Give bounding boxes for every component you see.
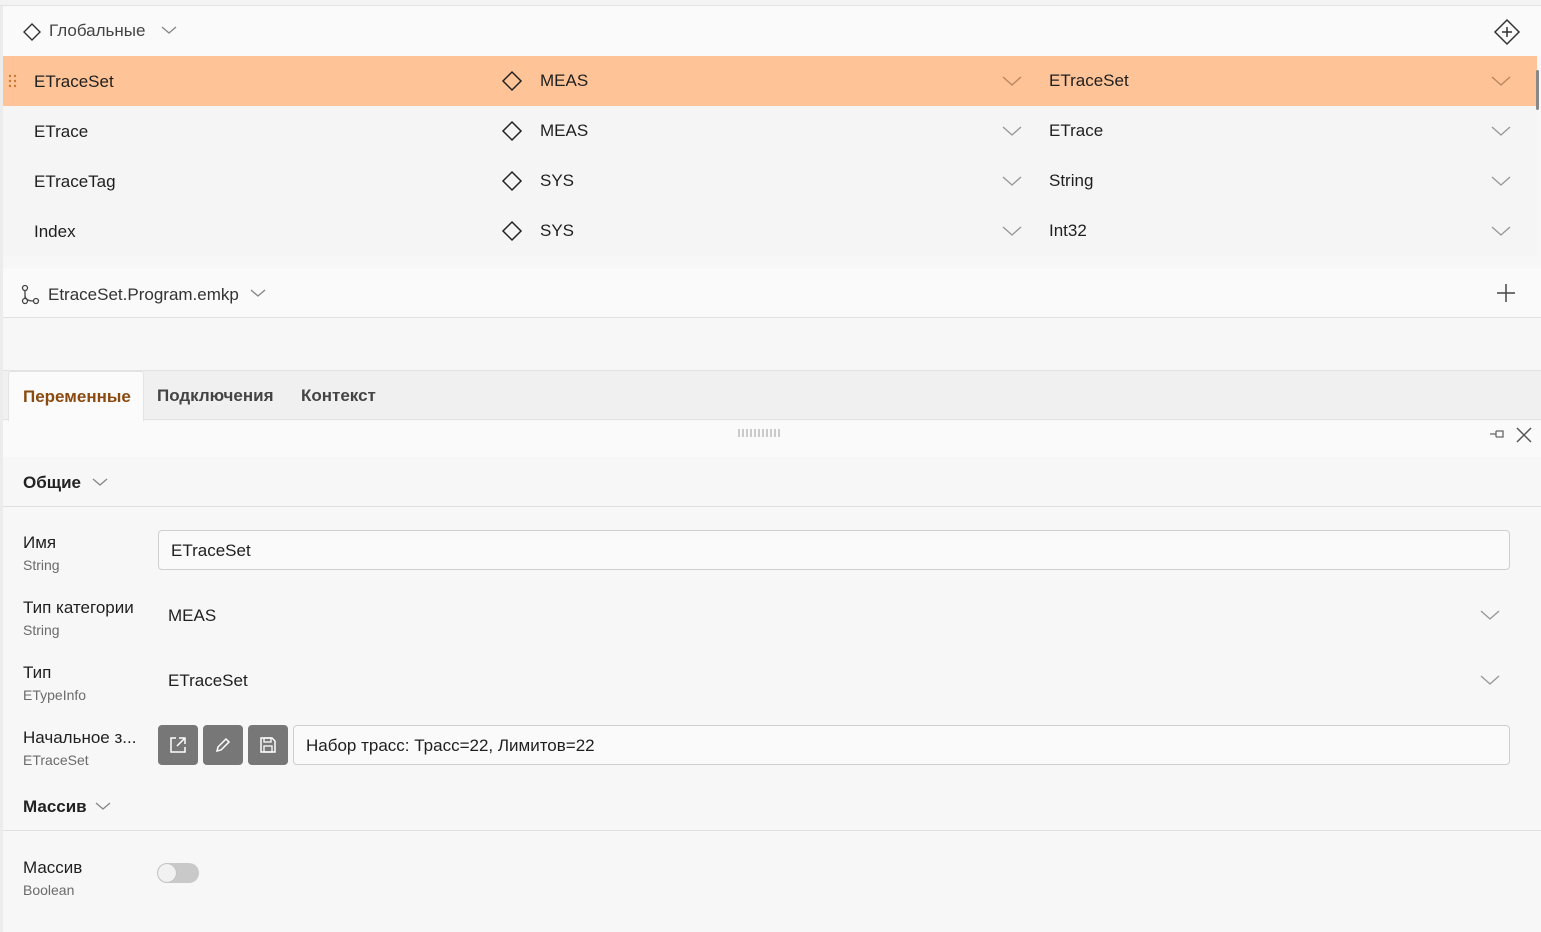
- section-title: Массив: [23, 797, 87, 816]
- variable-row[interactable]: Index SYS Int32: [3, 206, 1537, 256]
- program-title: EtraceSet.Program.emkp: [48, 285, 239, 304]
- pin-icon[interactable]: [1488, 427, 1506, 441]
- variable-type[interactable]: String: [1049, 171, 1093, 191]
- chevron-down-icon[interactable]: [1479, 674, 1501, 686]
- array-type-label: Boolean: [23, 882, 75, 898]
- save-button[interactable]: [248, 725, 288, 765]
- category-select[interactable]: MEAS: [168, 606, 216, 626]
- close-icon[interactable]: [1515, 426, 1533, 444]
- chevron-down-icon[interactable]: [1001, 225, 1023, 237]
- tab-variables[interactable]: Переменные: [8, 371, 144, 421]
- tab-context[interactable]: Контекст: [301, 371, 376, 420]
- variable-category[interactable]: MEAS: [540, 71, 588, 91]
- pencil-icon: [213, 735, 233, 755]
- type-type-label: ETypeInfo: [23, 687, 87, 703]
- section-general-header[interactable]: Общие: [3, 457, 1541, 507]
- variable-category[interactable]: SYS: [540, 221, 574, 241]
- array-toggle[interactable]: [157, 863, 199, 883]
- open-external-button[interactable]: [158, 725, 198, 765]
- variable-name[interactable]: ETrace: [34, 122, 88, 142]
- chevron-down-icon[interactable]: [1001, 75, 1023, 87]
- chevron-down-icon[interactable]: [1490, 225, 1512, 237]
- variable-row[interactable]: ETraceTag SYS String: [3, 156, 1537, 206]
- variable-name[interactable]: ETraceSet: [34, 72, 114, 92]
- flow-diagram-icon: [20, 284, 42, 306]
- initial-value-label: Начальное з...: [23, 728, 137, 747]
- scrollbar-thumb[interactable]: [1536, 70, 1539, 110]
- save-icon: [258, 735, 278, 755]
- type-label: Тип: [23, 663, 52, 682]
- program-group-header[interactable]: EtraceSet.Program.emkp: [3, 268, 1541, 318]
- variable-type[interactable]: ETraceSet: [1049, 71, 1129, 91]
- tab-connections[interactable]: Подключения: [157, 371, 274, 420]
- diamond-icon: [501, 70, 523, 92]
- name-input[interactable]: ETraceSet: [158, 530, 1510, 570]
- chevron-down-icon[interactable]: [1490, 175, 1512, 187]
- array-label: Массив: [23, 858, 83, 877]
- globals-group-header[interactable]: Глобальные: [3, 6, 1541, 56]
- name-label: Имя: [23, 533, 57, 552]
- section-title: Общие: [23, 473, 81, 492]
- variable-category[interactable]: MEAS: [540, 121, 588, 141]
- panel-toolbar: [3, 421, 1541, 457]
- plus-icon[interactable]: [1495, 282, 1517, 304]
- name-type-label: String: [23, 557, 60, 573]
- add-variable-icon[interactable]: [1493, 18, 1521, 46]
- diamond-icon: [22, 22, 42, 42]
- variable-row[interactable]: ETrace MEAS ETrace: [3, 106, 1537, 156]
- variable-category[interactable]: SYS: [540, 171, 574, 191]
- initial-value-type-label: ETraceSet: [23, 752, 89, 768]
- initial-value-input[interactable]: Набор трасс: Трасс=22, Лимитов=22: [293, 725, 1510, 765]
- toggle-knob: [158, 864, 176, 882]
- variable-name[interactable]: ETraceTag: [34, 172, 116, 192]
- external-link-icon: [168, 735, 188, 755]
- diamond-icon: [501, 120, 523, 142]
- drag-handle-icon[interactable]: [8, 74, 18, 88]
- chevron-down-icon[interactable]: [1490, 125, 1512, 137]
- diamond-icon: [501, 220, 523, 242]
- variable-type[interactable]: ETrace: [1049, 121, 1103, 141]
- globals-title: Глобальные: [49, 21, 146, 40]
- chevron-down-icon[interactable]: [1479, 609, 1501, 621]
- chevron-down-icon[interactable]: [1001, 175, 1023, 187]
- chevron-down-icon[interactable]: [1001, 125, 1023, 137]
- tab-bar: Переменные Подключения Контекст: [3, 370, 1541, 421]
- chevron-down-icon[interactable]: [249, 287, 267, 299]
- chevron-down-icon[interactable]: [160, 24, 178, 36]
- type-select[interactable]: ETraceSet: [168, 671, 248, 691]
- variable-type[interactable]: Int32: [1049, 221, 1087, 241]
- variable-name[interactable]: Index: [34, 222, 76, 242]
- category-type-label: String: [23, 622, 60, 638]
- chevron-down-icon[interactable]: [91, 476, 109, 488]
- diamond-icon: [501, 170, 523, 192]
- resize-grip-icon[interactable]: [738, 429, 780, 437]
- chevron-down-icon[interactable]: [1490, 75, 1512, 87]
- chevron-down-icon[interactable]: [94, 800, 112, 812]
- category-label: Тип категории: [23, 598, 134, 617]
- variable-row[interactable]: ETraceSet MEAS ETraceSet: [3, 56, 1537, 106]
- edit-button[interactable]: [203, 725, 243, 765]
- section-array-header[interactable]: Массив: [3, 781, 1541, 831]
